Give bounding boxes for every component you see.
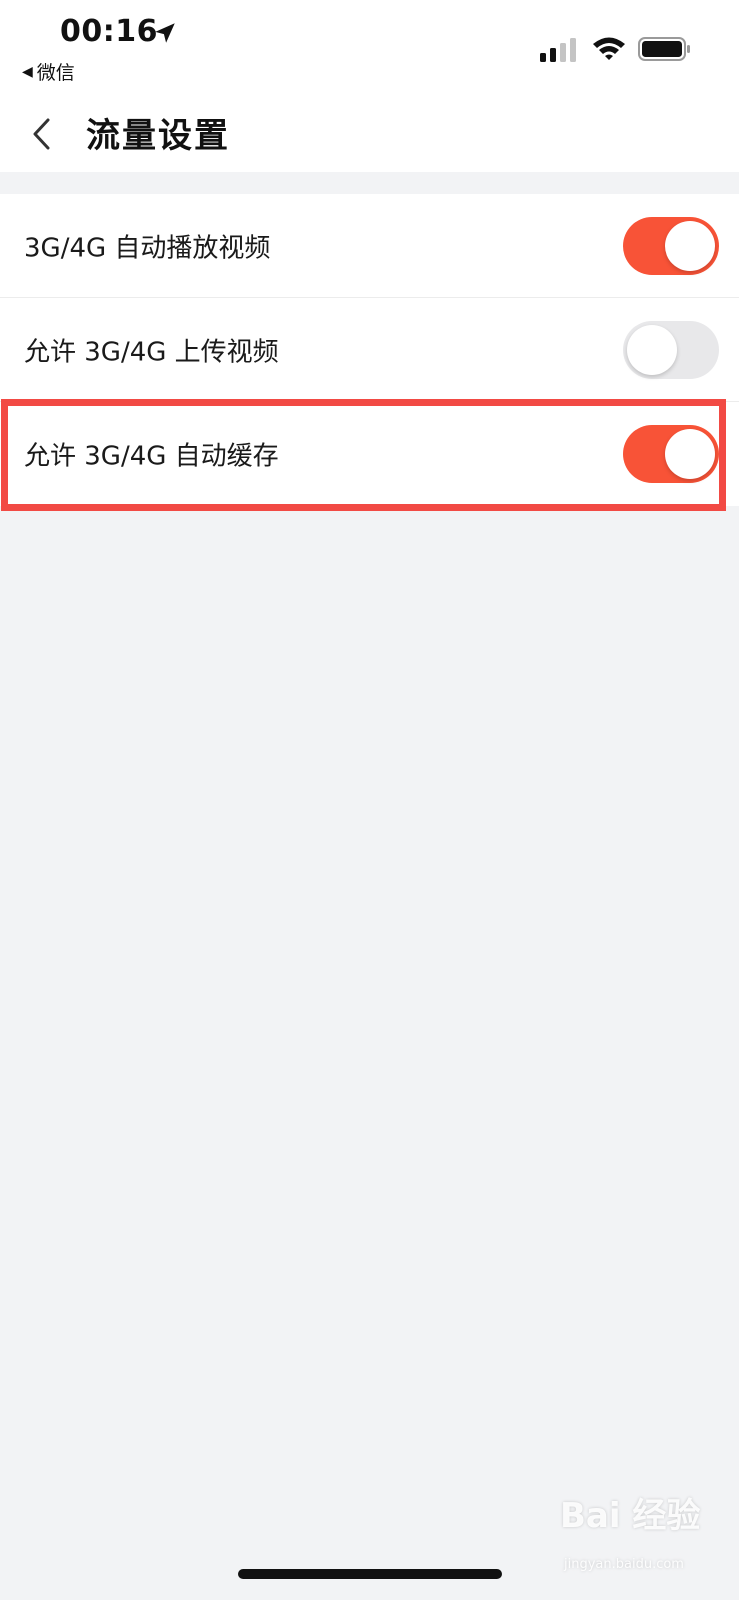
wifi-icon (593, 37, 625, 60)
autoplay-video-toggle[interactable] (623, 216, 719, 275)
toggle-knob (627, 324, 677, 375)
status-time: 00:16 (60, 14, 158, 49)
location-arrow-icon (155, 23, 175, 43)
settings-list: 3G/4G 自动播放视频 允许 3G/4G 上传视频 允许 3G/4G 自动缓存 (0, 194, 739, 506)
toggle-knob (665, 429, 715, 479)
back-app-label: 微信 (36, 62, 75, 84)
back-to-app-button[interactable]: ◀ 微信 (22, 58, 75, 85)
setting-label: 允许 3G/4G 自动缓存 (24, 441, 279, 472)
watermark-sub: jingyan.baidu.com (564, 1557, 684, 1572)
status-bar: 00:16 ◀ 微信 (0, 0, 739, 96)
page-title: 流量设置 (86, 116, 230, 156)
back-chevron-icon[interactable] (26, 112, 60, 156)
setting-row-auto-cache: 允许 3G/4G 自动缓存 (0, 402, 739, 506)
setting-label: 允许 3G/4G 上传视频 (24, 337, 279, 367)
upload-video-toggle[interactable] (623, 320, 719, 379)
home-indicator[interactable] (238, 1569, 502, 1579)
setting-row-upload-video: 允许 3G/4G 上传视频 (0, 298, 739, 402)
setting-row-autoplay-video: 3G/4G 自动播放视频 (0, 194, 739, 298)
battery-icon (638, 37, 690, 61)
setting-label: 3G/4G 自动播放视频 (24, 233, 271, 263)
signal-icon (540, 38, 576, 62)
watermark-text: Bai 经验 (560, 1496, 701, 1536)
auto-cache-toggle[interactable] (623, 425, 719, 483)
back-triangle-icon: ◀ (22, 63, 33, 80)
baidu-jingyan-watermark: Bai 经验 jingyan.baidu.com (560, 1488, 739, 1577)
toggle-knob (665, 220, 715, 271)
navigation-bar: 流量设置 (0, 96, 739, 172)
